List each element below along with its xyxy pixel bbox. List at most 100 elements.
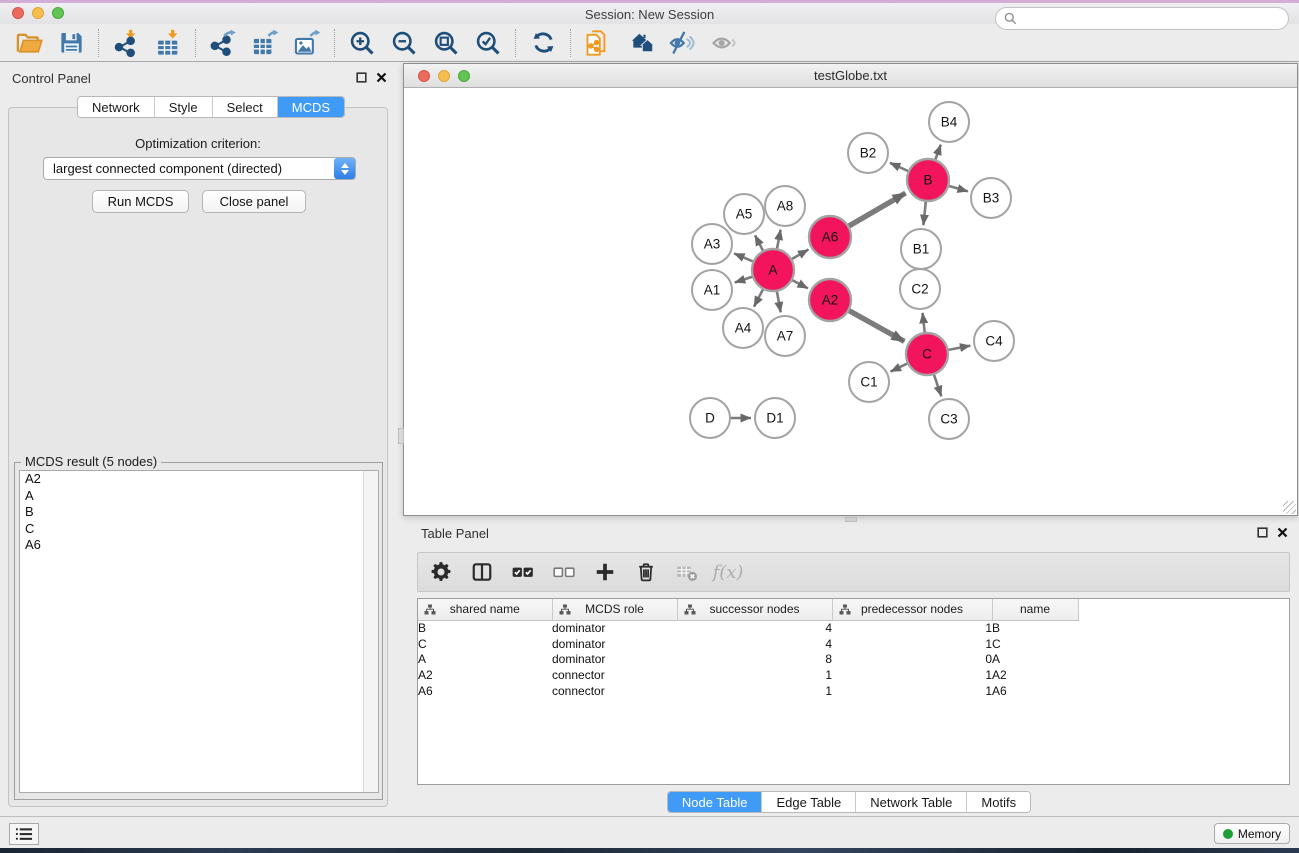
node-A1[interactable]: A1 [692, 270, 732, 310]
duplicate-network-button[interactable] [577, 26, 619, 60]
show-panels-button[interactable] [9, 823, 39, 845]
network-graph[interactable]: AA1A2A3A4A5A6A7A8BB1B2B3B4CC1C2C3C4DD1 [404, 88, 1297, 515]
search-field[interactable] [995, 7, 1289, 30]
zoom-selected-button[interactable] [467, 26, 509, 60]
mcds-result-item[interactable]: A6 [20, 537, 378, 554]
cell[interactable]: connector [552, 683, 677, 699]
node-A5[interactable]: A5 [724, 194, 764, 234]
show-all-networks-button[interactable] [619, 26, 661, 60]
mcds-result-item[interactable]: A [20, 488, 378, 505]
cell[interactable]: 4 [677, 636, 832, 652]
criterion-dropdown[interactable]: largest connected component (directed) [43, 157, 356, 180]
export-table-button[interactable] [244, 26, 286, 60]
close-panel-icon[interactable] [1277, 527, 1288, 538]
cell[interactable]: 4 [677, 620, 832, 636]
column-header-predecessor-nodes[interactable]: predecessor nodes [832, 599, 992, 620]
window-resize-grip[interactable] [1283, 501, 1296, 514]
tab-network[interactable]: Network [78, 97, 155, 117]
node-A7[interactable]: A7 [765, 316, 805, 356]
node-C2[interactable]: C2 [900, 269, 940, 309]
cell[interactable]: B [418, 620, 552, 636]
result-list-scrollbar[interactable] [363, 471, 378, 792]
export-network-button[interactable] [202, 26, 244, 60]
table-row[interactable]: A6connector11A6 [418, 683, 1289, 699]
column-header-shared-name[interactable]: shared name [418, 599, 552, 620]
vertical-splitter-handle[interactable] [398, 428, 404, 444]
zoom-fit-button[interactable] [425, 26, 467, 60]
cell[interactable]: dominator [552, 636, 677, 652]
mcds-result-item[interactable]: B [20, 504, 378, 521]
unselect-all-columns-button[interactable] [551, 557, 577, 587]
delete-column-button[interactable] [633, 557, 659, 587]
select-all-columns-button[interactable] [510, 557, 536, 587]
mcds-result-item[interactable]: C [20, 521, 378, 538]
float-panel-icon[interactable] [1257, 527, 1268, 538]
horizontal-splitter-handle[interactable] [845, 517, 857, 522]
cell[interactable]: 1 [832, 636, 992, 652]
node-B1[interactable]: B1 [901, 229, 941, 269]
hide-selected-button[interactable] [661, 26, 703, 60]
cell[interactable]: B [992, 620, 1078, 636]
tab-select[interactable]: Select [213, 97, 278, 117]
node-B2[interactable]: B2 [848, 133, 888, 173]
column-header-successor-nodes[interactable]: successor nodes [677, 599, 832, 620]
close-panel-button[interactable]: Close panel [202, 190, 306, 213]
tab-edge-table[interactable]: Edge Table [762, 792, 856, 812]
search-input[interactable] [1023, 12, 1280, 26]
table-settings-button[interactable] [428, 557, 454, 587]
table-row[interactable]: Cdominator41C [418, 636, 1289, 652]
tab-motifs[interactable]: Motifs [967, 792, 1030, 812]
cell[interactable]: 1 [832, 667, 992, 683]
cell[interactable]: A [418, 651, 552, 667]
column-header-name[interactable]: name [992, 599, 1078, 620]
cell[interactable]: C [992, 636, 1078, 652]
cell[interactable]: A2 [992, 667, 1078, 683]
node-B3[interactable]: B3 [971, 178, 1011, 218]
import-network-button[interactable] [105, 26, 147, 60]
tab-style[interactable]: Style [155, 97, 213, 117]
node-B[interactable]: B [907, 159, 949, 201]
run-mcds-button[interactable]: Run MCDS [92, 190, 189, 213]
node-D[interactable]: D [690, 398, 730, 438]
cell[interactable]: 1 [832, 620, 992, 636]
node-A2[interactable]: A2 [809, 279, 851, 321]
save-session-button[interactable] [50, 26, 92, 60]
node-A[interactable]: A [752, 249, 794, 291]
export-image-button[interactable] [286, 26, 328, 60]
node-B4[interactable]: B4 [929, 102, 969, 142]
cell[interactable]: dominator [552, 651, 677, 667]
delete-table-button[interactable] [674, 557, 700, 587]
cell[interactable]: A6 [418, 683, 552, 699]
node-C4[interactable]: C4 [974, 321, 1014, 361]
node-A3[interactable]: A3 [692, 224, 732, 264]
close-panel-icon[interactable] [376, 72, 387, 83]
function-builder-button[interactable]: f(x) [715, 557, 741, 587]
node-C3[interactable]: C3 [929, 399, 969, 439]
tab-network-table[interactable]: Network Table [856, 792, 967, 812]
table-row[interactable]: A2connector11A2 [418, 667, 1289, 683]
network-window-titlebar[interactable]: testGlobe.txt [404, 64, 1297, 88]
cell[interactable]: 0 [832, 651, 992, 667]
tab-mcds[interactable]: MCDS [278, 97, 344, 117]
zoom-out-button[interactable] [383, 26, 425, 60]
import-table-button[interactable] [147, 26, 189, 60]
tab-node-table[interactable]: Node Table [668, 792, 763, 812]
create-column-button[interactable] [592, 557, 618, 587]
open-session-button[interactable] [8, 26, 50, 60]
node-A8[interactable]: A8 [765, 186, 805, 226]
column-header-mcds-role[interactable]: MCDS role [552, 599, 677, 620]
table-row[interactable]: Bdominator41B [418, 620, 1289, 636]
memory-button[interactable]: Memory [1214, 823, 1290, 844]
show-hidden-button[interactable] [703, 26, 745, 60]
cell[interactable]: A [992, 651, 1078, 667]
node-C[interactable]: C [906, 333, 948, 375]
cell[interactable]: 1 [832, 683, 992, 699]
mcds-result-item[interactable]: A2 [20, 471, 378, 488]
zoom-in-button[interactable] [341, 26, 383, 60]
cell[interactable]: C [418, 636, 552, 652]
cell[interactable]: 1 [677, 683, 832, 699]
cell[interactable]: 8 [677, 651, 832, 667]
node-C1[interactable]: C1 [849, 362, 889, 402]
node-D1[interactable]: D1 [755, 398, 795, 438]
table-row[interactable]: Adominator80A [418, 651, 1289, 667]
